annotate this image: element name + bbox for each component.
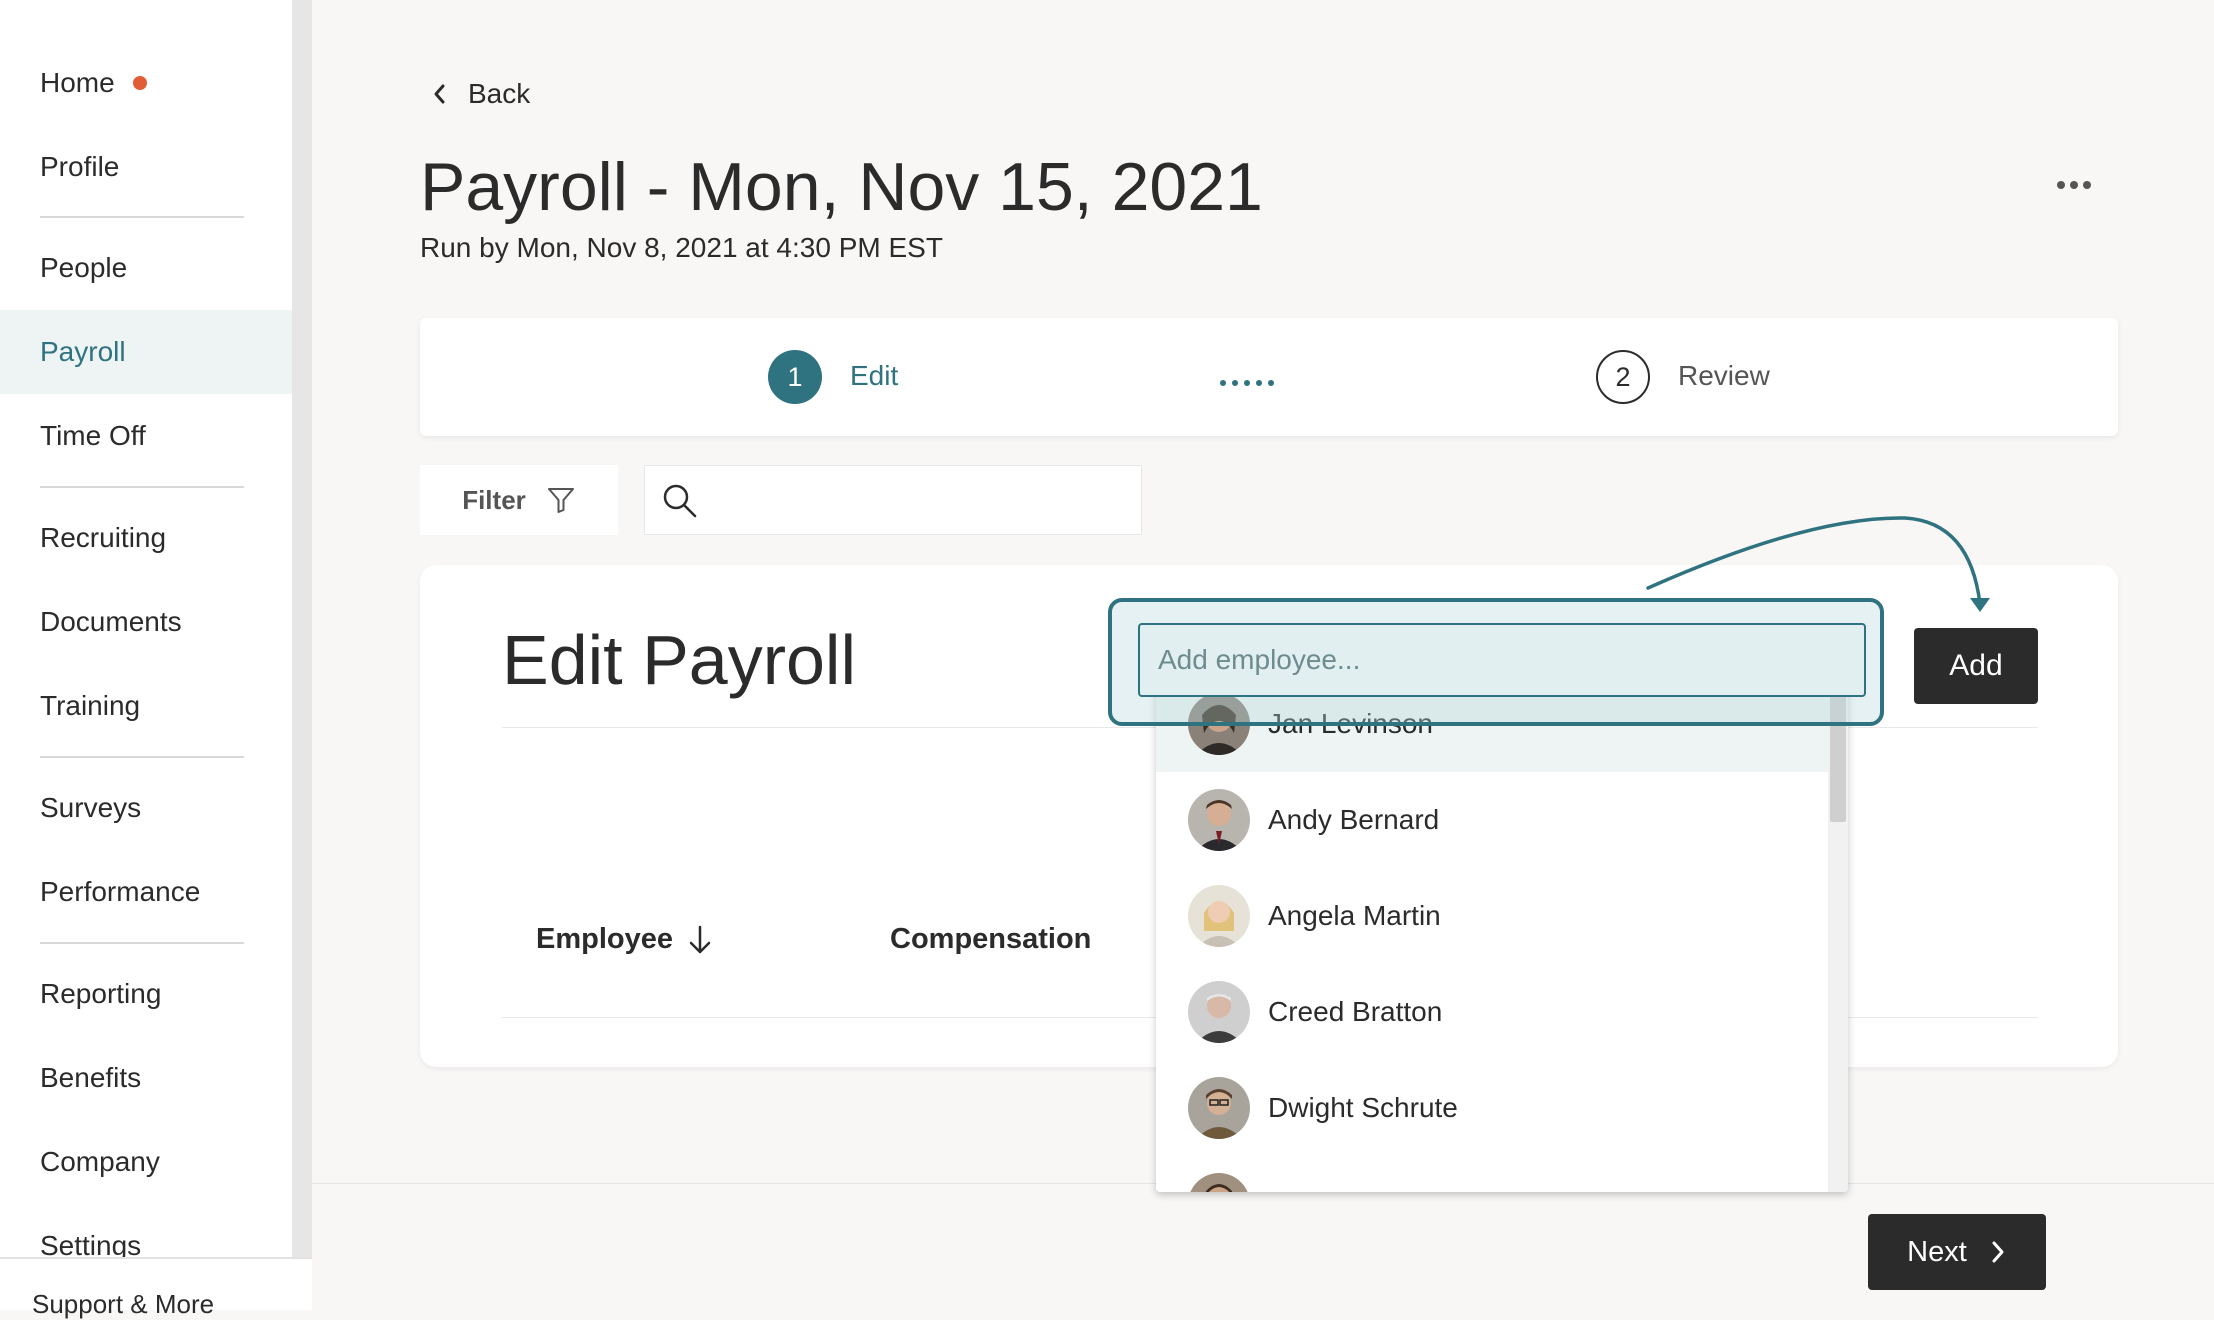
next-label: Next [1907, 1235, 1967, 1268]
sidebar-item-company[interactable]: Company [0, 1120, 292, 1204]
back-label: Back [468, 78, 531, 109]
sidebar-divider [40, 756, 244, 758]
payroll-stepper: 1 Edit 2 Review [420, 318, 2118, 436]
chevron-right-icon [1992, 1241, 2004, 1263]
back-link[interactable]: Back [430, 78, 530, 110]
sidebar-item-label: People [40, 252, 128, 283]
dropdown-option-label: Andy Bernard [1268, 804, 1440, 835]
dropdown-option-andy-bernard[interactable]: Andy Bernard [1156, 772, 1828, 868]
sidebar-item-documents[interactable]: Documents [0, 580, 292, 664]
add-employee-button[interactable]: Add [1914, 628, 2038, 704]
sidebar-item-label: Time Off [40, 420, 146, 451]
dropdown-option-label: Jan Levinson [1268, 708, 1434, 739]
employee-dropdown: Jan Levinson Andy Bernard Angela Martin … [1156, 680, 1848, 1192]
sidebar-divider [40, 216, 244, 218]
sidebar-item-recruiting[interactable]: Recruiting [0, 496, 292, 580]
sidebar-item-label: Recruiting [40, 522, 167, 553]
sidebar-item-label: Performance [40, 876, 201, 907]
step-2-label[interactable]: Review [1678, 360, 1770, 392]
dropdown-option-label: Creed Bratton [1268, 996, 1443, 1027]
filter-label: Filter [462, 484, 526, 515]
column-label: Employee [536, 923, 673, 955]
sidebar-support-menu[interactable]: Support & More [0, 1257, 312, 1319]
filter-button[interactable]: Filter [420, 465, 618, 535]
sidebar-item-payroll[interactable]: Payroll [0, 310, 292, 394]
dropdown-scrollbar[interactable] [1828, 680, 1848, 1192]
avatar [1188, 1173, 1250, 1192]
dropdown-scrollbar-thumb[interactable] [1830, 680, 1846, 822]
step-2-indicator[interactable]: 2 [1596, 350, 1650, 404]
step-progress-dots [1220, 380, 1274, 386]
page-subtitle: Run by Mon, Nov 8, 2021 at 4:30 PM EST [420, 232, 943, 263]
sidebar-item-time-off[interactable]: Time Off [0, 394, 292, 478]
avatar [1188, 789, 1250, 851]
dropdown-option-creed-bratton[interactable]: Creed Bratton [1156, 964, 1828, 1060]
sidebar-item-label: Surveys [40, 792, 142, 823]
sidebar-item-label: Documents [40, 606, 182, 637]
step-1-indicator[interactable]: 1 [768, 350, 822, 404]
sidebar-item-profile[interactable]: Profile [0, 125, 292, 209]
sort-arrow-down-icon [689, 925, 711, 953]
page-title: Payroll - Mon, Nov 15, 2021 [420, 149, 1263, 225]
support-label: Support & More [32, 1289, 215, 1319]
avatar [1188, 885, 1250, 947]
sidebar-item-label: Profile [40, 151, 120, 182]
avatar [1188, 693, 1250, 755]
sidebar-divider [40, 942, 244, 944]
next-button[interactable]: Next [1868, 1214, 2046, 1290]
column-header-employee[interactable]: Employee [536, 923, 713, 956]
search-input[interactable] [644, 465, 1142, 535]
add-employee-input[interactable] [1138, 623, 1866, 697]
dropdown-option-dwight-schrute[interactable]: Dwight Schrute [1156, 1060, 1828, 1156]
sidebar-item-label: Payroll [40, 336, 126, 367]
sidebar-item-reporting[interactable]: Reporting [0, 952, 292, 1036]
sidebar-item-surveys[interactable]: Surveys [0, 766, 292, 850]
search-icon [663, 484, 697, 518]
sidebar-item-label: Company [40, 1146, 160, 1177]
avatar [1188, 1077, 1250, 1139]
dropdown-option-angela-martin[interactable]: Angela Martin [1156, 868, 1828, 964]
column-header-compensation[interactable]: Compensation [890, 923, 1091, 956]
sidebar-item-home[interactable]: Home [0, 41, 292, 125]
dropdown-option-partial[interactable] [1156, 1156, 1828, 1192]
avatar [1188, 981, 1250, 1043]
step-1-label[interactable]: Edit [850, 360, 898, 392]
dropdown-option-label: Dwight Schrute [1268, 1092, 1458, 1123]
sidebar-item-label: Home [40, 67, 115, 98]
sidebar-item-label: Benefits [40, 1062, 142, 1093]
sidebar-item-people[interactable]: People [0, 226, 292, 310]
edit-payroll-title: Edit Payroll [502, 621, 857, 699]
sidebar-scrollbar[interactable] [292, 0, 312, 1258]
sidebar-item-performance[interactable]: Performance [0, 850, 292, 934]
sidebar: Home Profile People Payroll Time Off Rec… [0, 0, 292, 1310]
column-label: Compensation [890, 923, 1092, 955]
sidebar-divider [40, 486, 244, 488]
filter-icon [547, 488, 574, 513]
dropdown-option-label: Angela Martin [1268, 900, 1441, 931]
sidebar-item-benefits[interactable]: Benefits [0, 1036, 292, 1120]
chevron-left-icon [434, 84, 445, 104]
sidebar-item-label: Reporting [40, 978, 162, 1009]
more-options-icon[interactable] [2054, 168, 2094, 202]
notification-dot [132, 76, 147, 90]
sidebar-item-training[interactable]: Training [0, 664, 292, 748]
sidebar-item-label: Training [40, 690, 141, 721]
